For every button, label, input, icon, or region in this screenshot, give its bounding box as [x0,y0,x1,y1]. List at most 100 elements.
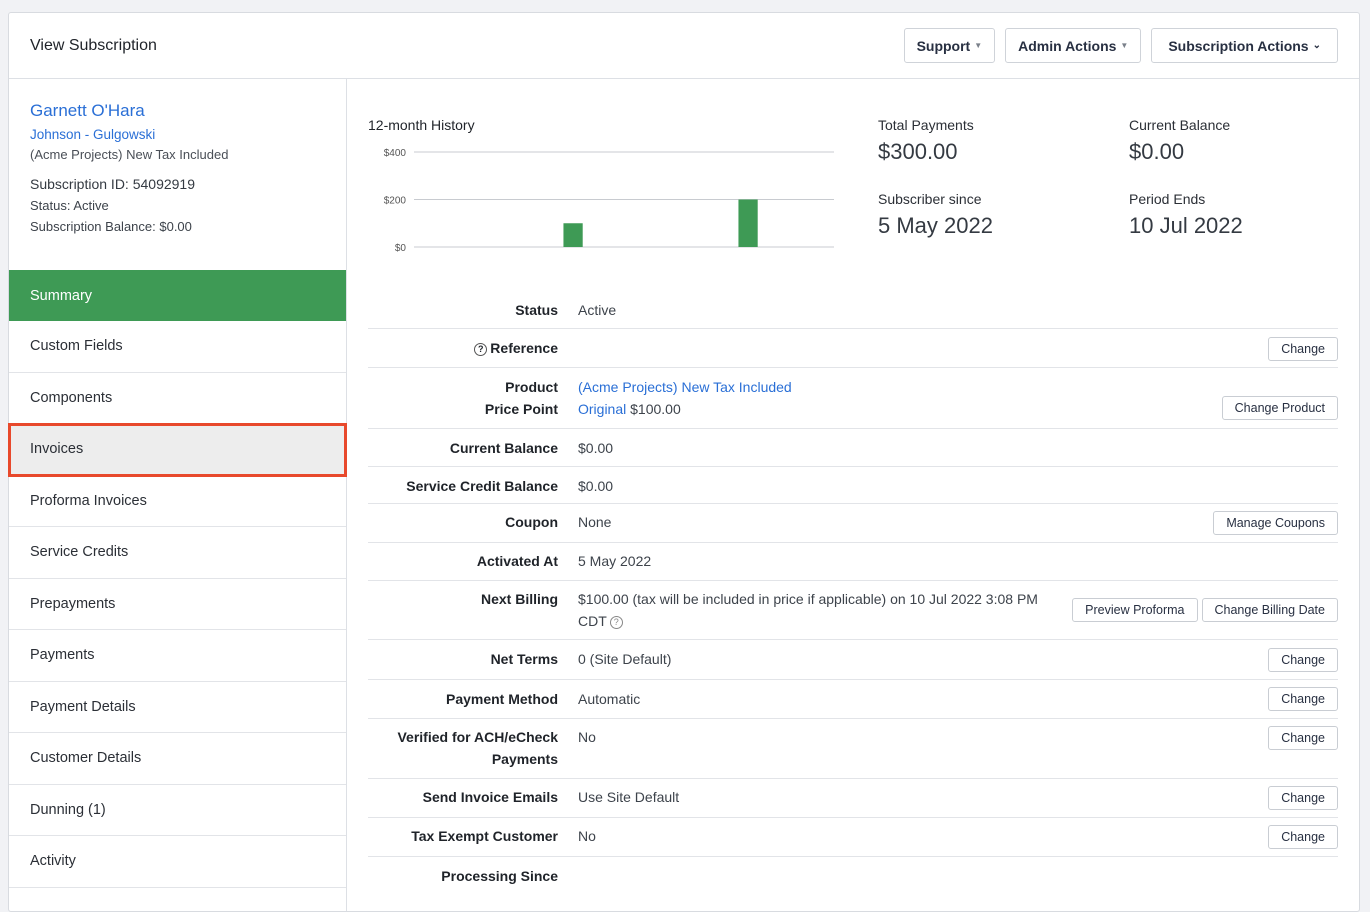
detail-value: $0.00 [578,440,614,456]
stat-current-balance: Current Balance $0.00 [1129,117,1369,165]
change-payment-method-button[interactable]: Change [1268,687,1338,711]
sidebar-item-service-credits[interactable]: Service Credits [9,527,346,579]
organization-link[interactable]: Johnson - Gulgowski [30,127,325,142]
detail-label: ? Reference [368,337,558,367]
y-tick-label: $0 [395,243,407,254]
ach-label-line1: Verified for ACH/eCheck [397,729,558,745]
preview-proforma-button[interactable]: Preview Proforma [1072,598,1198,622]
sidebar-item-payment-details[interactable]: Payment Details [9,682,346,733]
detail-label: Send Invoice Emails [422,789,558,805]
stat-label: Current Balance [1129,117,1231,133]
product-label: Product [505,379,558,395]
detail-row-coupon: Coupon None Manage Coupons [368,504,1338,543]
detail-label: Current Balance [449,440,558,456]
detail-row-next-billing: Next Billing $100.00 (tax will be includ… [368,581,1338,640]
change-tax-exempt-button[interactable]: Change [1268,825,1338,849]
detail-value: Automatic [578,691,641,707]
support-button[interactable]: Support ▼ [903,28,996,63]
subscription-actions-label: Subscription Actions [1168,37,1309,54]
detail-value: 5 May 2022 [578,553,652,569]
detail-value: No [578,729,596,745]
detail-row-net-terms: Net Terms 0 (Site Default) Change [368,640,1338,680]
subscription-panel: View Subscription Support ▼ Admin Actions… [8,12,1360,912]
y-tick-label: $200 [384,196,407,207]
sidebar-item-customer-details[interactable]: Customer Details [9,733,346,785]
stat-label: Total Payments [878,117,974,133]
y-tick-label: $400 [384,148,407,159]
subscription-actions-button[interactable]: Subscription Actions ⌄ [1151,28,1338,63]
sidebar-item-components[interactable]: Components [9,373,346,424]
detail-row-processing-since: Processing Since [368,857,1338,897]
sidebar-item-custom-fields[interactable]: Custom Fields [9,321,346,373]
change-reference-button[interactable]: Change [1268,337,1338,361]
change-invoice-emails-button[interactable]: Change [1268,786,1338,810]
sidebar-item-prepayments[interactable]: Prepayments [9,579,346,630]
detail-value: 0 (Site Default) [578,651,672,667]
subscription-status: Status: Active [30,198,109,213]
stat-label: Subscriber since [878,191,982,207]
sidebar-item-proforma-invoices[interactable]: Proforma Invoices [9,476,346,527]
caret-down-icon: ▼ [1120,41,1129,50]
detail-row-send-invoice-emails: Send Invoice Emails Use Site Default Cha… [368,779,1338,818]
history-title: 12-month History [368,117,475,133]
history-bar [563,223,583,247]
customer-info: Garnett O'Hara Johnson - Gulgowski (Acme… [9,79,346,270]
header-actions: Support ▼ Admin Actions ▼ Subscription Act… [903,28,1338,63]
stat-value: 5 May 2022 [878,213,993,238]
sidebar: Garnett O'Hara Johnson - Gulgowski (Acme… [8,79,347,911]
price-point-link[interactable]: Original [578,401,626,417]
page-title: View Subscription [30,36,157,54]
status-value: Active [578,302,617,318]
reference-label: Reference [490,340,558,356]
sidebar-item-summary[interactable]: Summary [9,270,346,321]
sidebar-item-activity[interactable]: Activity [9,836,346,888]
chevron-down-icon: ⌄ [1312,40,1321,51]
caret-down-icon: ▼ [974,41,983,50]
detail-row-ach: Verified for ACH/eCheck Payments No Chang… [368,719,1338,779]
customer-name-link[interactable]: Garnett O'Hara [30,101,325,121]
sidebar-item-dunning[interactable]: Dunning (1) [9,785,346,836]
detail-row-reference: ? Reference Change [368,329,1338,368]
detail-row-product: Product Price Point (Acme Projects) New T… [368,368,1338,429]
price-point-label: Price Point [484,401,558,417]
detail-value: $0.00 [578,478,614,494]
ach-label-line2: Payments [491,751,558,767]
stat-value: $0.00 [1129,139,1185,164]
help-icon[interactable]: ? [474,343,488,356]
detail-label: Service Credit Balance [406,478,558,494]
detail-row-tax-exempt: Tax Exempt Customer No Change [368,818,1338,857]
sidebar-nav: Summary Custom Fields Components Invoice… [8,270,347,888]
stat-value: $300.00 [878,139,958,164]
sidebar-item-payments[interactable]: Payments [9,630,346,682]
detail-row-activated: Activated At 5 May 2022 [368,543,1338,581]
support-label: Support [916,37,971,54]
change-billing-date-button[interactable]: Change Billing Date [1201,598,1338,622]
subscription-id: Subscription ID: 54092919 [30,176,195,192]
detail-label: Tax Exempt Customer [411,828,558,844]
detail-row-payment-method: Payment Method Automatic Change [368,680,1338,719]
stat-period-ends: Period Ends 10 Jul 2022 [1129,191,1369,239]
next-billing-timezone: CDT [578,613,607,629]
manage-coupons-button[interactable]: Manage Coupons [1213,511,1338,535]
detail-row-status: Status Active [368,291,1338,329]
detail-row-current-balance: Current Balance $0.00 [368,429,1338,467]
help-icon[interactable]: ? [609,616,623,629]
detail-label: Verified for ACH/eCheck Payments [368,726,558,778]
stat-subscriber-since: Subscriber since 5 May 2022 [878,191,1118,239]
detail-value [558,865,1338,897]
change-net-terms-button[interactable]: Change [1268,648,1338,672]
page-header: View Subscription Support ▼ Admin Actions… [9,13,1359,79]
reference-value [558,337,1338,367]
details-table: Status Active ? Reference Change Product P… [368,291,1338,897]
detail-label: Activated At [476,553,558,569]
sidebar-item-invoices[interactable]: Invoices [8,423,347,477]
detail-row-service-credit: Service Credit Balance $0.00 [368,467,1338,504]
detail-label: Product Price Point [368,376,558,428]
change-ach-button[interactable]: Change [1268,726,1338,750]
change-product-button[interactable]: Change Product [1221,396,1338,420]
history-chart: $400 $200 $0 [384,148,834,254]
detail-value: Use Site Default [578,789,680,805]
subscription-balance: Subscription Balance: $0.00 [30,219,192,234]
admin-actions-button[interactable]: Admin Actions ▼ [1005,28,1142,63]
product-link[interactable]: (Acme Projects) New Tax Included [578,376,1338,398]
